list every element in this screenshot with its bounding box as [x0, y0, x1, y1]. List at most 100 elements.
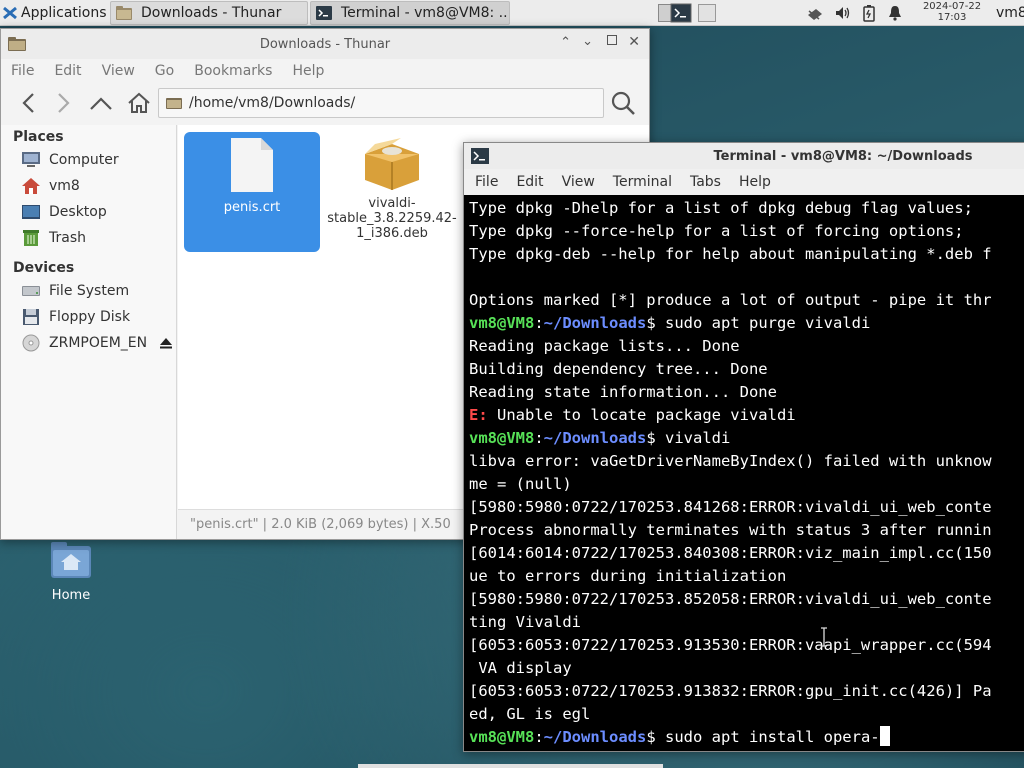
thunar-maximize-icon[interactable]: [607, 35, 617, 45]
term-menu-edit[interactable]: Edit: [507, 174, 552, 190]
home-button[interactable]: [125, 89, 153, 117]
back-arrow-icon: [22, 93, 34, 113]
user-menu[interactable]: vm8: [996, 1, 1024, 25]
thunar-close-icon[interactable]: ✕: [628, 34, 640, 50]
terminal-output[interactable]: Type dpkg -Dhelp for a list of dpkg debu…: [464, 195, 1024, 751]
command-text: vivaldi: [665, 429, 731, 447]
menu-edit[interactable]: Edit: [44, 63, 91, 79]
terminal-line: Type dpkg --force-help for a list of for…: [469, 222, 964, 240]
battery-icon[interactable]: [860, 4, 878, 22]
terminal-line: ting Vivaldi: [469, 613, 581, 631]
taskbar-terminal-label: Terminal - vm8@VM8: ...: [341, 5, 510, 21]
menu-bookmarks[interactable]: Bookmarks: [184, 63, 282, 79]
applications-menu-button[interactable]: Applications ⋮: [2, 1, 108, 25]
term-menu-view[interactable]: View: [553, 174, 604, 190]
terminal-prompt-line: vm8@VM8:~/Downloads$ sudo apt purge viva…: [469, 312, 1024, 335]
terminal-line: Building dependency tree... Done: [469, 360, 768, 378]
terminal-line: Type dpkg-deb --help for help about mani…: [469, 245, 992, 263]
sidebar-item-filesystem[interactable]: File System: [21, 280, 173, 302]
command-text: sudo apt purge vivaldi: [665, 314, 871, 332]
floppy-icon: [23, 309, 39, 325]
file-item-penis-crt-label: penis.crt: [223, 200, 281, 215]
bottom-dock-edge: [358, 764, 663, 768]
terminal-menubar: File Edit View Terminal Tabs Help: [464, 169, 1024, 195]
network-icon[interactable]: [806, 4, 824, 22]
thunar-titlebar[interactable]: Downloads - Thunar ⌃ ⌄ ✕: [1, 29, 649, 59]
taskbar-terminal[interactable]: Terminal - vm8@VM8: ...: [310, 1, 510, 25]
terminal-line: ue to errors during initialization: [469, 567, 787, 585]
drive-icon: [22, 286, 40, 296]
term-menu-help[interactable]: Help: [730, 174, 780, 190]
prompt-dollar: $: [646, 728, 665, 746]
sidebar-item-zrmpoem[interactable]: ZRMPOEM_EN: [21, 332, 173, 354]
terminal-app-icon: [471, 148, 489, 164]
workspace-3[interactable]: [698, 1, 720, 25]
terminal-window: Terminal - vm8@VM8: ~/Downloads File Edi…: [463, 142, 1024, 752]
taskbar-thunar-label: Downloads - Thunar: [141, 5, 282, 21]
thunar-minimize-icon[interactable]: ⌄: [582, 34, 593, 49]
terminal-title: Terminal - vm8@VM8: ~/Downloads: [713, 148, 973, 164]
file-item-vivaldi-deb[interactable]: vivaldi- stable_3.8.2259.42- 1_i386.deb: [324, 132, 460, 252]
forward-button[interactable]: [49, 89, 77, 117]
devices-header: Devices: [13, 260, 75, 276]
file-item-vivaldi-label-2: stable_3.8.2259.42-: [327, 211, 457, 226]
sidebar-item-vm8[interactable]: vm8: [21, 175, 173, 197]
sidebar-item-trash[interactable]: Trash: [21, 227, 173, 249]
prompt-separator: :: [534, 728, 544, 746]
terminal-line: ed, GL is egl: [469, 705, 591, 723]
eject-icon[interactable]: [159, 336, 173, 350]
prompt-separator: :: [534, 429, 544, 447]
sidebar-item-desktop-label: Desktop: [49, 204, 107, 220]
ibeam-cursor-icon: [821, 627, 827, 647]
desktop-home-label: Home: [51, 588, 91, 603]
forward-arrow-icon: [58, 93, 70, 113]
sidebar-item-floppy-label: Floppy Disk: [49, 309, 131, 325]
menu-file[interactable]: File: [1, 63, 44, 79]
up-button[interactable]: [87, 89, 115, 117]
sidebar-item-floppy[interactable]: Floppy Disk: [21, 306, 173, 328]
computer-icon: [22, 152, 40, 167]
terminal-line: Type dpkg -Dhelp for a list of dpkg debu…: [469, 199, 973, 217]
menu-help[interactable]: Help: [282, 63, 334, 79]
optical-disc-icon: [22, 334, 40, 352]
taskbar-thunar[interactable]: Downloads - Thunar: [110, 1, 308, 25]
prompt-user: vm8@VM8: [469, 429, 535, 447]
applications-label: Applications: [21, 5, 107, 21]
back-button[interactable]: [15, 89, 43, 117]
search-icon: [611, 91, 635, 115]
desktop-home-icon[interactable]: Home: [36, 540, 106, 603]
terminal-line: Reading package lists... Done: [469, 337, 740, 355]
text-cursor: [879, 726, 890, 746]
term-menu-file[interactable]: File: [466, 174, 507, 190]
terminal-prompt-line: vm8@VM8:~/Downloads$ sudo apt install op…: [469, 726, 1024, 749]
location-path: /home/vm8/Downloads/: [189, 95, 356, 111]
term-menu-tabs[interactable]: Tabs: [681, 174, 730, 190]
location-bar[interactable]: /home/vm8/Downloads/: [158, 88, 604, 118]
term-menu-terminal[interactable]: Terminal: [604, 174, 681, 190]
up-arrow-icon: [90, 97, 112, 110]
file-item-penis-crt[interactable]: penis.crt: [184, 132, 320, 252]
clock[interactable]: 2024-07-22 17:03: [912, 1, 992, 23]
terminal-error-line: E: Unable to locate package vivaldi: [469, 404, 1024, 427]
workspace-2[interactable]: [670, 1, 694, 25]
terminal-line: Reading state information... Done: [469, 383, 777, 401]
prompt-path: ~/Downloads: [543, 314, 647, 332]
sidebar-item-desktop[interactable]: Desktop: [21, 201, 173, 223]
terminal-line: libva error: vaGetDriverNameByIndex() fa…: [469, 452, 992, 470]
volume-icon[interactable]: [834, 4, 852, 22]
folder-small-icon: [166, 98, 182, 109]
menu-view[interactable]: View: [92, 63, 145, 79]
menu-go[interactable]: Go: [145, 63, 184, 79]
prompt-user: vm8@VM8: [469, 728, 535, 746]
command-input-text: sudo apt install opera-: [665, 728, 880, 746]
notification-bell-icon[interactable]: [886, 4, 904, 22]
prompt-dollar: $: [646, 429, 665, 447]
network-glyph: [808, 9, 822, 20]
thunar-menubar: File Edit View Go Bookmarks Help: [1, 59, 649, 83]
thunar-shade-icon[interactable]: ⌃: [560, 35, 571, 50]
search-button[interactable]: [609, 89, 637, 117]
terminal-titlebar[interactable]: Terminal - vm8@VM8: ~/Downloads: [464, 143, 1024, 169]
clock-time: 17:03: [937, 12, 967, 23]
sidebar-item-computer[interactable]: Computer: [21, 149, 173, 171]
